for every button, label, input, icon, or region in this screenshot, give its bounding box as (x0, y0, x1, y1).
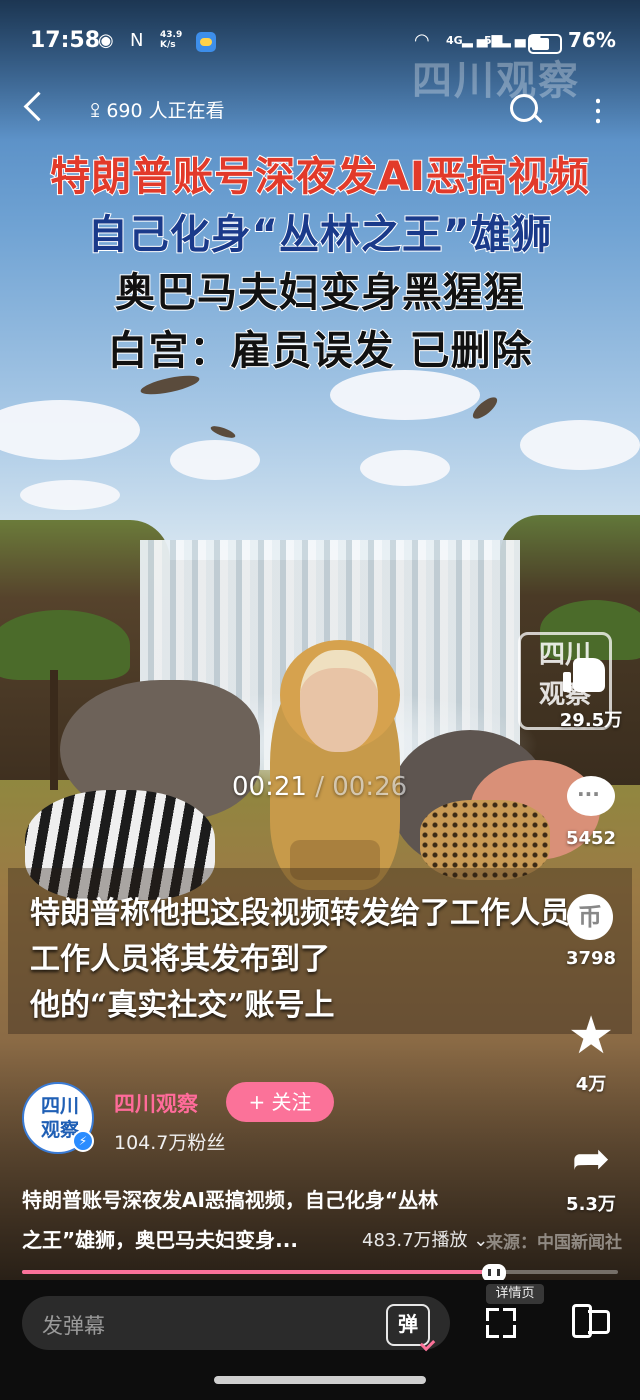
subtitle-line-3: 他的“真实社交”账号上 (30, 988, 335, 1023)
viewer-count-text: 690 人正在看 (106, 100, 225, 122)
headline-line-4: 白宫：雇员误发 已删除 (107, 327, 533, 375)
coin-count: 3798 (565, 948, 617, 969)
comment-icon (563, 772, 619, 822)
share-count: 5.3万 (566, 1194, 616, 1215)
share-button[interactable]: ➦ 5.3万 (556, 1131, 626, 1216)
nfc-icon: N (130, 30, 148, 51)
subtitle-line-2: 工作人员将其发布到了 (30, 942, 330, 977)
follow-button[interactable]: + 关注 (226, 1082, 334, 1122)
duration: 00:26 (332, 772, 408, 802)
author-name[interactable]: 四川观察 (114, 1088, 198, 1118)
current-time: 00:21 (232, 772, 307, 802)
subtitle-line-1: 特朗普称他把这段视频转发给了工作人员 (30, 896, 570, 931)
detail-page-tooltip[interactable]: 详情页 (486, 1284, 544, 1304)
comment-count: 5452 (565, 828, 617, 849)
video-headline: 特朗普账号深夜发AI恶搞视频 自己化身“丛林之王”雄狮 奥巴马夫妇变身黑猩猩 白… (0, 148, 640, 380)
headline-line-1: 特朗普账号深夜发AI恶搞视频 (49, 153, 590, 201)
status-time: 17:58 (30, 28, 101, 53)
net-speed-value: 43.9 (160, 30, 183, 40)
playback-time: 00:21 / 00:26 (232, 772, 407, 802)
like-count: 29.5万 (559, 710, 623, 731)
progress-fill (22, 1270, 505, 1274)
viewer-count: ꔍ 690 人正在看 (90, 96, 225, 123)
weather-icon (196, 32, 216, 52)
people-icon: ꔍ (90, 100, 107, 122)
headline-line-2: 自己化身“丛林之王”雄狮 (87, 211, 553, 259)
net-speed: 43.9 K/s (160, 30, 182, 50)
cloud (170, 440, 260, 480)
cloud (20, 480, 120, 510)
coin-icon: 币 (563, 892, 619, 942)
lion-face (300, 650, 378, 752)
favorite-button[interactable]: ★ 4万 (556, 1006, 626, 1096)
comment-button[interactable]: 5452 (556, 772, 626, 849)
more-icon[interactable] (596, 96, 600, 124)
headline-line-3: 奥巴马夫妇变身黑猩猩 (114, 269, 525, 317)
home-indicator (214, 1376, 426, 1384)
back-icon[interactable] (23, 91, 54, 122)
danmu-placeholder: 发弹幕 (42, 1314, 105, 1338)
share-icon: ➦ (571, 1131, 611, 1185)
cloud (520, 420, 640, 470)
acacia-tree (0, 610, 130, 680)
star-icon: ★ (567, 1006, 615, 1066)
net-speed-unit: K/s (160, 40, 176, 50)
top-nav: ꔍ 690 人正在看 (0, 82, 640, 136)
rotate-screen-icon[interactable] (572, 1304, 610, 1340)
source-caption: 来源：中国新闻社 (486, 1233, 622, 1253)
cloud (360, 450, 450, 486)
fan-count: 104.7万粉丝 (114, 1132, 226, 1154)
thumbs-up-icon (563, 650, 619, 700)
signal-4g: 4G (446, 34, 463, 47)
favorite-count: 4万 (575, 1074, 607, 1095)
fullscreen-icon[interactable] (486, 1308, 516, 1338)
time-separator: / (306, 772, 333, 802)
verified-icon: ⚡ (72, 1130, 94, 1152)
search-icon[interactable] (510, 94, 538, 122)
video-title-line-1[interactable]: 特朗普账号深夜发AI恶搞视频，自己化身“丛林 (22, 1184, 438, 1213)
play-count-text: 483.7万播放 (362, 1230, 468, 1251)
tree-trunk (50, 670, 58, 790)
coin-button[interactable]: 币 3798 (556, 892, 626, 969)
danmu-toggle-button[interactable]: 弹 (386, 1304, 430, 1346)
progress-bar[interactable] (22, 1270, 618, 1274)
play-count[interactable]: 483.7万播放 ⌄ (362, 1226, 488, 1252)
subtitle-box: 特朗普称他把这段视频转发给了工作人员 工作人员将其发布到了 他的“真实社交”账号… (8, 868, 632, 1034)
video-title-line-2[interactable]: 之王”雄狮，奥巴马夫妇变身... (22, 1224, 298, 1253)
eye-icon: ◉ (98, 30, 118, 51)
like-button[interactable]: 29.5万 (556, 650, 626, 732)
